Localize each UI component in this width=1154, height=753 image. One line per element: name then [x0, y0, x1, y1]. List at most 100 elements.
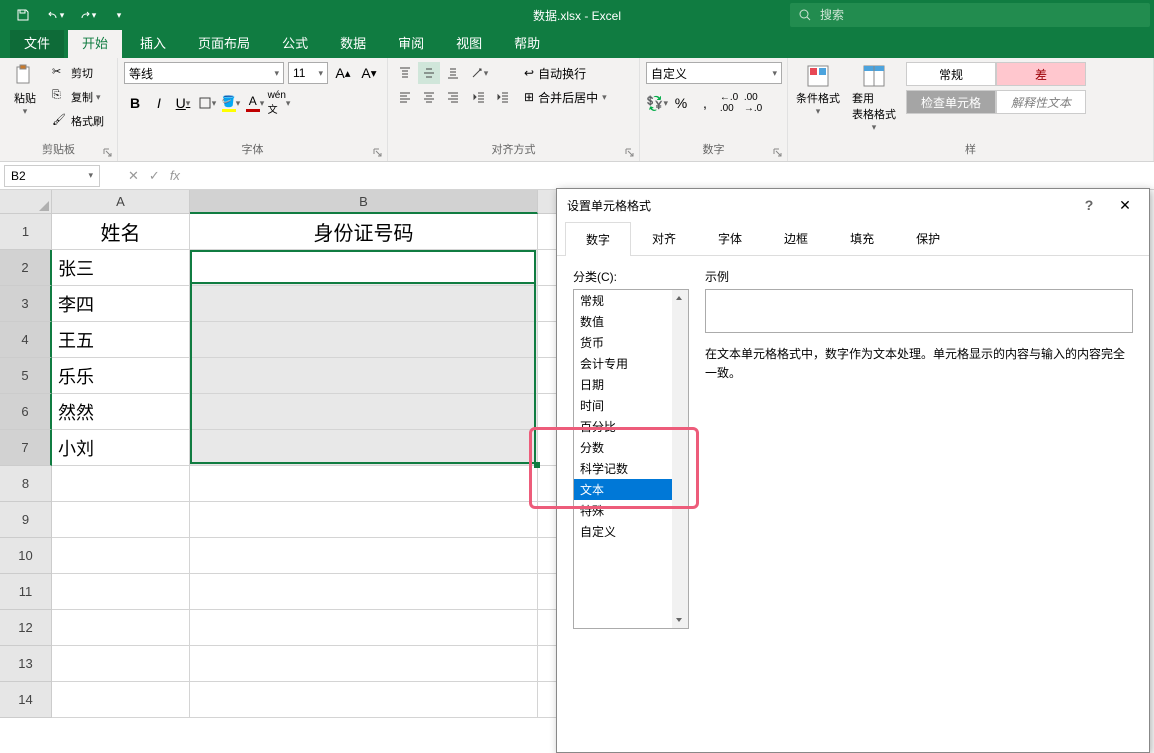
- row-header-8[interactable]: 8: [0, 466, 52, 502]
- tab-file[interactable]: 文件: [10, 27, 64, 58]
- tab-insert[interactable]: 插入: [126, 27, 180, 58]
- cell-B14[interactable]: [190, 682, 538, 718]
- tab-layout[interactable]: 页面布局: [184, 27, 264, 58]
- dialog-close-button[interactable]: ✕: [1111, 191, 1139, 219]
- tab-review[interactable]: 审阅: [384, 27, 438, 58]
- category-item-2[interactable]: 货币: [574, 332, 688, 353]
- cell-A8[interactable]: [52, 466, 190, 502]
- italic-button[interactable]: I: [148, 92, 170, 114]
- cell-B9[interactable]: [190, 502, 538, 538]
- decrease-font-button[interactable]: A▾: [358, 62, 380, 84]
- decrease-decimal-button[interactable]: .00→.0: [742, 92, 764, 114]
- search-input[interactable]: [820, 8, 1142, 22]
- save-icon[interactable]: [10, 4, 36, 26]
- cell-B3[interactable]: [190, 286, 538, 322]
- clipboard-dialog-launcher[interactable]: [103, 147, 115, 159]
- underline-button[interactable]: U▾: [172, 92, 194, 114]
- category-scrollbar[interactable]: [672, 290, 688, 628]
- increase-font-button[interactable]: A▴: [332, 62, 354, 84]
- align-center-button[interactable]: [418, 86, 440, 108]
- copy-button[interactable]: ⎘复制▾: [48, 86, 108, 108]
- category-item-4[interactable]: 日期: [574, 374, 688, 395]
- cell-B6[interactable]: [190, 394, 538, 430]
- category-item-6[interactable]: 百分比: [574, 416, 688, 437]
- enter-formula-button[interactable]: ✓: [149, 168, 160, 184]
- category-item-5[interactable]: 时间: [574, 395, 688, 416]
- cell-A11[interactable]: [52, 574, 190, 610]
- wrap-text-button[interactable]: ↩自动换行: [518, 62, 613, 84]
- category-item-8[interactable]: 科学记数: [574, 458, 688, 479]
- dialog-tab-1[interactable]: 对齐: [631, 221, 697, 255]
- scroll-up-icon[interactable]: [674, 292, 686, 304]
- dialog-help-button[interactable]: ?: [1075, 191, 1103, 219]
- cut-button[interactable]: ✂剪切: [48, 62, 108, 84]
- row-header-4[interactable]: 4: [0, 322, 52, 358]
- cell-A7[interactable]: 小刘: [52, 430, 190, 466]
- fill-color-button[interactable]: 🪣▾: [220, 92, 242, 114]
- comma-button[interactable]: ,: [694, 92, 716, 114]
- category-item-3[interactable]: 会计专用: [574, 353, 688, 374]
- row-header-2[interactable]: 2: [0, 250, 52, 286]
- row-header-1[interactable]: 1: [0, 214, 52, 250]
- increase-decimal-button[interactable]: ←.0.00: [718, 92, 740, 114]
- cell-B8[interactable]: [190, 466, 538, 502]
- cell-B5[interactable]: [190, 358, 538, 394]
- category-item-11[interactable]: 自定义: [574, 521, 688, 542]
- cell-B4[interactable]: [190, 322, 538, 358]
- row-header-3[interactable]: 3: [0, 286, 52, 322]
- col-header-B[interactable]: B: [190, 190, 538, 214]
- cell-A12[interactable]: [52, 610, 190, 646]
- font-name-combo[interactable]: 等线▾: [124, 62, 284, 84]
- row-header-5[interactable]: 5: [0, 358, 52, 394]
- align-dialog-launcher[interactable]: [625, 147, 637, 159]
- cell-A3[interactable]: 李四: [52, 286, 190, 322]
- cell-B10[interactable]: [190, 538, 538, 574]
- orientation-button[interactable]: ▾: [468, 62, 490, 84]
- font-size-combo[interactable]: 11▾: [288, 62, 328, 84]
- cell-B7[interactable]: [190, 430, 538, 466]
- cell-A1[interactable]: 姓名: [52, 214, 190, 250]
- format-painter-button[interactable]: 🖌格式刷: [48, 110, 108, 132]
- table-format-button[interactable]: 套用 表格格式▾: [846, 62, 902, 135]
- paste-button[interactable]: 粘贴 ▾: [6, 62, 44, 119]
- cell-B11[interactable]: [190, 574, 538, 610]
- category-item-9[interactable]: 文本: [574, 479, 688, 500]
- row-header-14[interactable]: 14: [0, 682, 52, 718]
- currency-button[interactable]: 💱▾: [646, 92, 668, 114]
- font-color-button[interactable]: A▾: [244, 92, 266, 114]
- row-header-9[interactable]: 9: [0, 502, 52, 538]
- style-bad[interactable]: 差: [996, 62, 1086, 86]
- font-dialog-launcher[interactable]: [373, 147, 385, 159]
- cell-A2[interactable]: 张三: [52, 250, 190, 286]
- cell-A14[interactable]: [52, 682, 190, 718]
- percent-button[interactable]: %: [670, 92, 692, 114]
- category-item-0[interactable]: 常规: [574, 290, 688, 311]
- search-box[interactable]: [790, 3, 1150, 27]
- row-header-11[interactable]: 11: [0, 574, 52, 610]
- dialog-tab-2[interactable]: 字体: [697, 221, 763, 255]
- merge-center-button[interactable]: ⊞合并后居中▾: [518, 86, 613, 108]
- align-left-button[interactable]: [394, 86, 416, 108]
- dialog-tab-5[interactable]: 保护: [895, 221, 961, 255]
- style-explain[interactable]: 解释性文本: [996, 90, 1086, 114]
- cell-A4[interactable]: 王五: [52, 322, 190, 358]
- cell-B2[interactable]: [190, 250, 538, 286]
- style-normal[interactable]: 常规: [906, 62, 996, 86]
- cell-A13[interactable]: [52, 646, 190, 682]
- cell-B13[interactable]: [190, 646, 538, 682]
- number-format-combo[interactable]: 自定义▾: [646, 62, 782, 84]
- tab-home[interactable]: 开始: [68, 27, 122, 58]
- cell-A6[interactable]: 然然: [52, 394, 190, 430]
- tab-formulas[interactable]: 公式: [268, 27, 322, 58]
- category-listbox[interactable]: 常规数值货币会计专用日期时间百分比分数科学记数文本特殊自定义: [573, 289, 689, 629]
- undo-button[interactable]: ▾: [42, 4, 68, 26]
- dialog-tab-3[interactable]: 边框: [763, 221, 829, 255]
- scroll-down-icon[interactable]: [674, 614, 686, 626]
- row-header-13[interactable]: 13: [0, 646, 52, 682]
- align-bottom-button[interactable]: [442, 62, 464, 84]
- row-header-10[interactable]: 10: [0, 538, 52, 574]
- fx-button[interactable]: fx: [170, 168, 180, 183]
- row-header-12[interactable]: 12: [0, 610, 52, 646]
- dialog-tab-0[interactable]: 数字: [565, 222, 631, 256]
- col-header-A[interactable]: A: [52, 190, 190, 214]
